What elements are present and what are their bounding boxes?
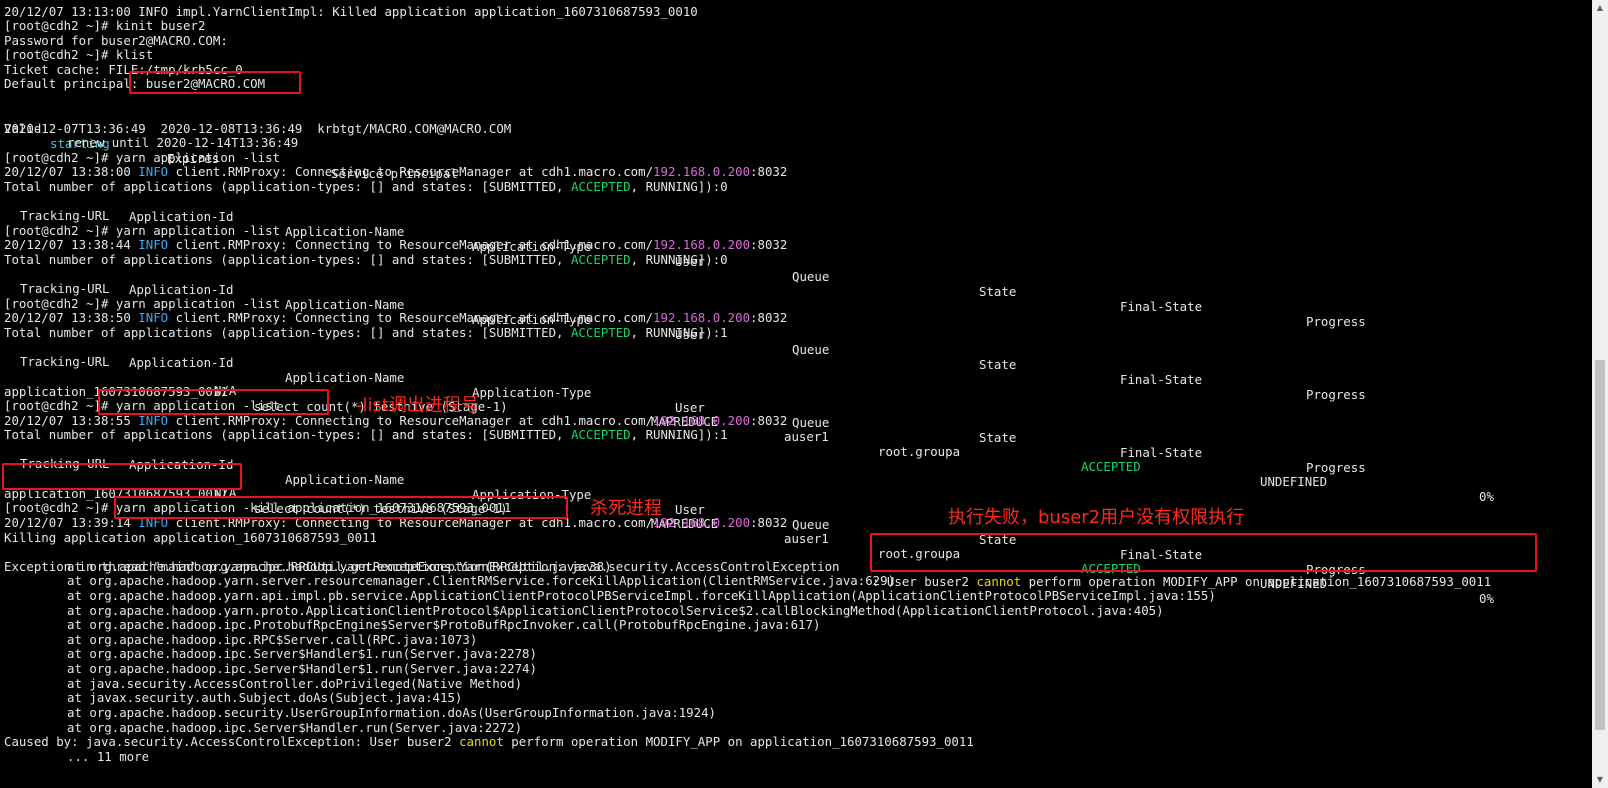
terminal-line: Total number of applications (applicatio… xyxy=(4,427,728,442)
stack-frame: at org.apache.hadoop.ipc.Server$Handler.… xyxy=(67,720,523,735)
terminal-line: N/A xyxy=(214,383,237,398)
terminal-line: N/A xyxy=(214,485,237,500)
stack-frame: at org.apache.hadoop.yarn.proto.Applicat… xyxy=(67,603,1164,618)
table-row: application_1607310687593_0011 select co… xyxy=(4,486,1494,606)
terminal-line: 20/12/07 13:39:14 INFO client.RMProxy: C… xyxy=(4,515,788,530)
terminal-line: [root@cdh2 ~]# yarn application -list xyxy=(4,150,281,165)
stack-frame: at org.apache.hadoop.yarn.server.resourc… xyxy=(67,573,896,588)
terminal-line: [root@cdh2 ~]# kinit buser2 xyxy=(4,18,206,33)
terminal-line: 20/12/07 13:38:50 INFO client.RMProxy: C… xyxy=(4,310,788,325)
scroll-thumb[interactable] xyxy=(1595,360,1605,730)
terminal-line: renew until 2020-12-14T13:36:49 xyxy=(67,135,299,150)
table-header: Application-Id Application-Name Applicat… xyxy=(129,209,1366,329)
terminal-line: Password for buser2@MACRO.COM: xyxy=(4,33,228,48)
failure-annotation: 执行失败，buser2用户没有权限执行 xyxy=(948,507,1245,528)
table-header: Application-Id Application-Name Applicat… xyxy=(129,457,1366,577)
terminal-line: ... 11 more xyxy=(67,749,150,764)
terminal-line: Tracking-URL xyxy=(20,281,110,296)
vertical-scrollbar[interactable]: ▲ ▼ xyxy=(1592,0,1608,788)
table-header: Application-Id Application-Name Applicat… xyxy=(129,282,1366,402)
terminal-line: [root@cdh2 ~]# yarn application -kill ap… xyxy=(4,500,512,515)
exception-line: Exception in thread "main" org.apache.ha… xyxy=(4,559,1492,589)
terminal-line: [root@cdh2 ~]# klist xyxy=(4,47,154,62)
terminal-output[interactable]: 20/12/07 13:13:00 INFO impl.YarnClientIm… xyxy=(0,0,1592,788)
stack-frame: at org.apache.hadoop.ipc.Server$Handler$… xyxy=(67,646,537,661)
terminal-line: 2020-12-07T13:36:49 2020-12-08T13:36:49 … xyxy=(4,121,512,136)
stack-frame: at org.apache.hadoop.ipc.Server$Handler$… xyxy=(67,661,537,676)
terminal-line: Total number of applications (applicatio… xyxy=(4,179,728,194)
terminal-line: 20/12/07 13:13:00 INFO impl.YarnClientIm… xyxy=(4,4,698,19)
terminal-line: [root@cdh2 ~]# yarn application -list xyxy=(4,296,281,311)
terminal-line: Total number of applications (applicatio… xyxy=(4,252,728,267)
stack-frame: at org.apache.hadoop.ipc.ProtobufRpcEngi… xyxy=(67,617,821,632)
list-annotation: -list调出进程号 xyxy=(356,395,479,416)
stack-frame: at org.apache.hadoop.security.UserGroupI… xyxy=(67,705,717,720)
stack-frame: at org.apache.hadoop.yarn.api.impl.pb.se… xyxy=(67,588,1216,603)
terminal-line: Tracking-URL xyxy=(20,208,110,223)
scroll-down-arrow-icon[interactable]: ▼ xyxy=(1592,772,1608,788)
klist-header: Valid starting Expires Service principal xyxy=(4,121,458,181)
terminal-line: Ticket cache: FILE:/tmp/krb5cc_0 xyxy=(4,62,243,77)
caused-by-line: Caused by: java.security.AccessControlEx… xyxy=(4,734,974,749)
terminal-line: Killing application application_16073106… xyxy=(4,530,377,545)
table-header: Application-Id Application-Name Applicat… xyxy=(129,355,1366,475)
terminal-line: [root@cdh2 ~]# yarn application -list xyxy=(4,223,281,238)
terminal-line: 20/12/07 13:38:00 INFO client.RMProxy: C… xyxy=(4,164,788,179)
terminal-line: Total number of applications (applicatio… xyxy=(4,325,728,340)
terminal-line: Default principal: buser2@MACRO.COM xyxy=(4,76,266,91)
stack-frame: at org.apache.hadoop.yarn.ipc.RPCUtil.ge… xyxy=(67,559,612,574)
terminal-line: Tracking-URL xyxy=(20,354,110,369)
scroll-up-arrow-icon[interactable]: ▲ xyxy=(1592,0,1608,16)
stack-frame: at javax.security.auth.Subject.doAs(Subj… xyxy=(67,690,463,705)
kill-annotation: 杀死进程 xyxy=(590,498,662,519)
terminal-line: 20/12/07 13:38:44 INFO client.RMProxy: C… xyxy=(4,237,788,252)
terminal-line: Tracking-URL xyxy=(20,456,110,471)
stack-frame: at org.apache.hadoop.ipc.RPC$Server.call… xyxy=(67,632,478,647)
table-row: application_1607310687593_0011 select co… xyxy=(4,384,1494,504)
terminal-line: [root@cdh2 ~]# yarn application -list xyxy=(4,398,281,413)
stack-frame: at java.security.AccessController.doPriv… xyxy=(67,676,523,691)
